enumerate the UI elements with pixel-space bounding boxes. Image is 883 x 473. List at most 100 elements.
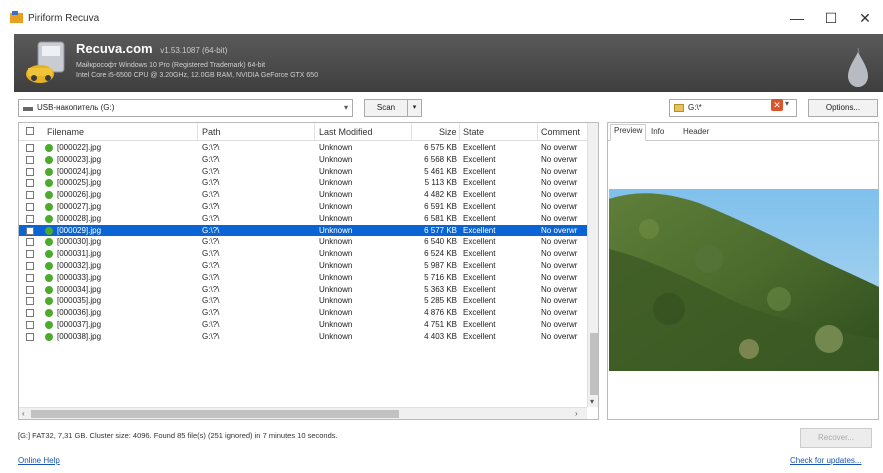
cell-last-modified: Unknown — [319, 249, 353, 259]
column-comment[interactable]: Comment — [541, 127, 580, 137]
state-dot-icon — [45, 202, 53, 211]
row-checkbox[interactable] — [26, 179, 34, 188]
column-last-modified[interactable]: Last Modified — [319, 127, 373, 137]
hardware-info: Intel Core i5-6500 CPU @ 3.20GHz, 12.0GB… — [76, 72, 319, 79]
horizontal-scrollbar[interactable]: ‹ › — [19, 407, 587, 419]
cell-size: 6 524 KB — [424, 249, 457, 259]
vertical-scroll-thumb[interactable] — [590, 333, 598, 395]
column-separator[interactable] — [314, 123, 315, 141]
file-row[interactable]: [000036].jpg G:\?\ Unknown 4 876 KB Excellen… — [19, 307, 587, 319]
vertical-scrollbar[interactable]: ▾ — [587, 123, 598, 407]
check-updates-link[interactable]: Check for updates... — [790, 456, 862, 465]
file-row[interactable]: [000025].jpg G:\?\ Unknown 5 113 KB Excellen… — [19, 177, 587, 189]
window-title: Piriform Recuva — [28, 13, 100, 24]
column-state[interactable]: State — [463, 127, 484, 137]
file-row[interactable]: [000023].jpg G:\?\ Unknown 6 568 KB Excellen… — [19, 154, 587, 166]
cell-last-modified: Unknown — [319, 260, 353, 270]
maximize-button[interactable]: ☐ — [818, 9, 844, 27]
scan-button[interactable]: Scan — [364, 99, 408, 117]
tab-header[interactable]: Header — [680, 126, 712, 137]
cell-size: 6 568 KB — [424, 154, 457, 164]
file-row[interactable]: [000022].jpg G:\?\ Unknown 6 575 KB Excellen… — [19, 142, 587, 154]
file-row[interactable]: [000029].jpg G:\?\ Unknown 6 577 KB Excellen… — [19, 224, 587, 237]
column-separator[interactable] — [197, 123, 198, 141]
chevron-down-icon: ▾ — [343, 103, 348, 112]
file-row[interactable]: [000038].jpg G:\?\ Unknown 4 403 KB Excellen… — [19, 331, 587, 343]
scroll-down-icon[interactable]: ▾ — [590, 397, 594, 406]
row-checkbox[interactable] — [26, 285, 34, 294]
row-checkbox[interactable] — [26, 261, 34, 270]
clear-filter-button[interactable]: ✕ — [771, 99, 783, 111]
row-checkbox[interactable] — [26, 226, 34, 235]
select-all-checkbox[interactable] — [26, 127, 34, 135]
column-separator[interactable] — [411, 123, 412, 141]
file-row[interactable]: [000037].jpg G:\?\ Unknown 4 751 KB Excellen… — [19, 319, 587, 331]
scroll-left-icon[interactable]: ‹ — [22, 409, 25, 418]
column-separator[interactable] — [537, 123, 538, 141]
tab-info[interactable]: Info — [648, 126, 667, 137]
row-checkbox[interactable] — [26, 214, 34, 223]
cell-filename: [000028].jpg — [57, 213, 102, 223]
options-button[interactable]: Options... — [808, 99, 878, 117]
column-separator[interactable] — [459, 123, 460, 141]
title-bar: Piriform Recuva — ☐ ✕ — [0, 0, 883, 34]
cell-state: Excellent — [463, 201, 496, 211]
column-filename[interactable]: Filename — [47, 127, 84, 137]
cell-state: Excellent — [463, 178, 496, 188]
state-dot-icon — [45, 261, 53, 270]
cell-last-modified: Unknown — [319, 143, 353, 152]
file-list: Filename Path Last Modified Size State C… — [18, 122, 599, 420]
column-size[interactable]: Size — [439, 127, 457, 137]
cell-path: G:\?\ — [202, 272, 220, 282]
row-checkbox[interactable] — [26, 273, 34, 282]
drive-select[interactable]: USB-накопитель (G:) ▾ — [18, 99, 353, 117]
row-checkbox[interactable] — [26, 144, 34, 152]
row-checkbox[interactable] — [26, 191, 34, 200]
file-row[interactable]: [000026].jpg G:\?\ Unknown 4 482 KB Excellen… — [19, 189, 587, 201]
cell-path: G:\?\ — [202, 213, 220, 223]
row-checkbox[interactable] — [26, 309, 34, 318]
column-path[interactable]: Path — [202, 127, 221, 137]
horizontal-scroll-thumb[interactable] — [31, 410, 399, 418]
row-checkbox[interactable] — [26, 297, 34, 306]
cell-path: G:\?\ — [202, 237, 220, 247]
row-checkbox[interactable] — [26, 250, 34, 259]
file-row[interactable]: [000034].jpg G:\?\ Unknown 5 363 KB Excellen… — [19, 284, 587, 296]
file-row[interactable]: [000024].jpg G:\?\ Unknown 5 461 KB Excellen… — [19, 166, 587, 178]
file-row[interactable]: [000032].jpg G:\?\ Unknown 5 987 KB Excellen… — [19, 260, 587, 272]
close-button[interactable]: ✕ — [852, 9, 878, 27]
cell-size: 5 461 KB — [424, 166, 457, 176]
cell-comment: No overwr — [541, 154, 578, 164]
cell-state: Excellent — [463, 225, 496, 235]
row-checkbox[interactable] — [26, 332, 34, 341]
state-dot-icon — [45, 214, 53, 223]
cell-state: Excellent — [463, 308, 496, 318]
online-help-link[interactable]: Online Help — [18, 456, 60, 465]
cell-last-modified: Unknown — [319, 296, 353, 306]
recover-button[interactable]: Recover... — [800, 428, 872, 448]
scan-dropdown-button[interactable]: ▾ — [408, 99, 422, 117]
row-checkbox[interactable] — [26, 202, 34, 211]
file-row[interactable]: [000033].jpg G:\?\ Unknown 5 716 KB Excellen… — [19, 272, 587, 284]
row-checkbox[interactable] — [26, 320, 34, 329]
cell-comment: No overwr — [541, 166, 578, 176]
cell-size: 6 577 KB — [424, 225, 457, 235]
file-row[interactable]: [000030].jpg G:\?\ Unknown 6 540 KB Excellen… — [19, 236, 587, 248]
file-row[interactable]: [000031].jpg G:\?\ Unknown 6 524 KB Excellen… — [19, 248, 587, 260]
app-name: Recuva.com — [76, 41, 153, 56]
cell-filename: [000025].jpg — [57, 178, 102, 188]
minimize-button[interactable]: — — [784, 9, 810, 27]
tab-preview[interactable]: Preview — [610, 124, 647, 141]
path-dropdown-icon[interactable]: ▾ — [785, 99, 789, 108]
file-row[interactable]: [000027].jpg G:\?\ Unknown 6 591 KB Excellen… — [19, 201, 587, 213]
cell-path: G:\?\ — [202, 178, 220, 188]
cell-last-modified: Unknown — [319, 284, 353, 294]
file-row[interactable]: [000028].jpg G:\?\ Unknown 6 581 KB Excellen… — [19, 213, 587, 225]
file-row[interactable]: [000035].jpg G:\?\ Unknown 5 285 KB Excellen… — [19, 295, 587, 307]
scroll-right-icon[interactable]: › — [575, 409, 578, 418]
row-checkbox[interactable] — [26, 167, 34, 176]
state-dot-icon — [45, 238, 53, 247]
row-checkbox[interactable] — [26, 238, 34, 247]
row-checkbox[interactable] — [26, 155, 34, 164]
cell-state: Excellent — [463, 284, 496, 294]
